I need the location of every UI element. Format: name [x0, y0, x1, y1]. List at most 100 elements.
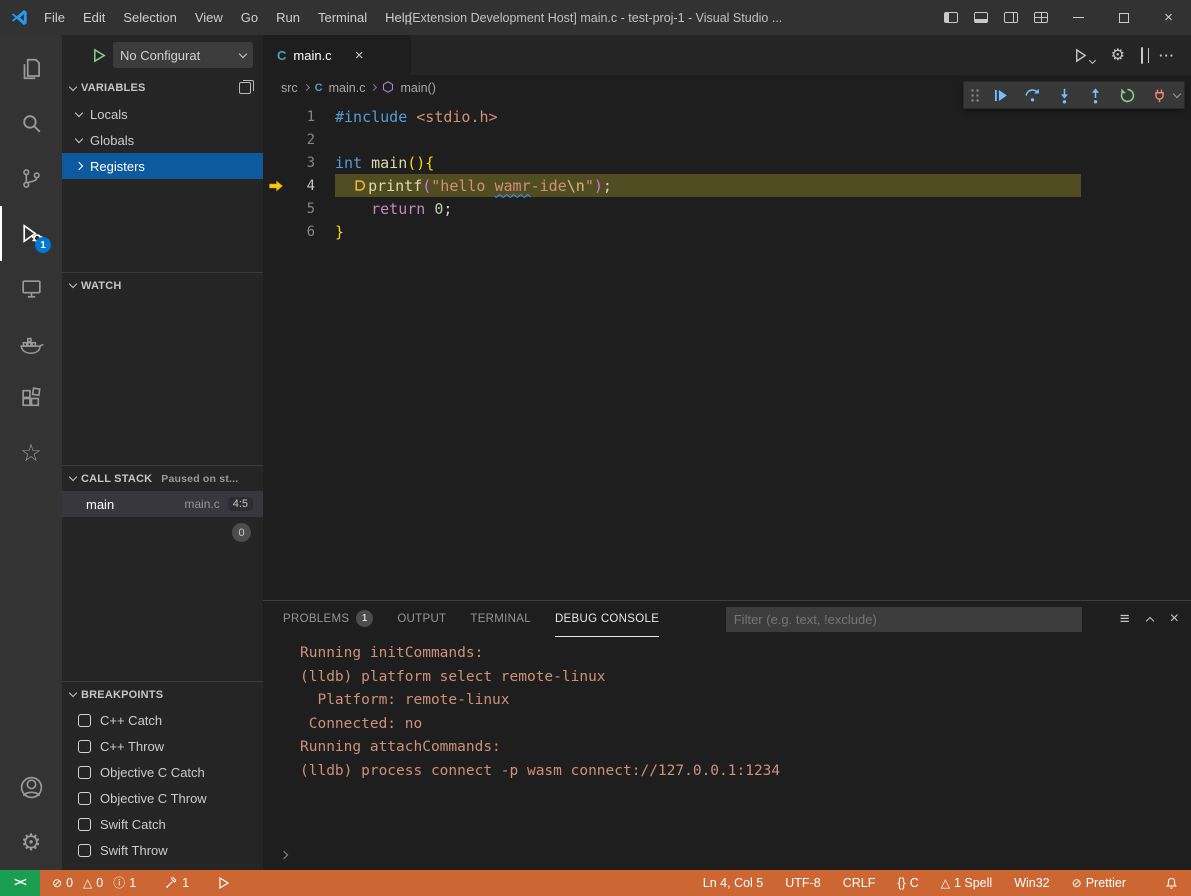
favorites-star-icon[interactable]: ☆ [0, 426, 62, 481]
breadcrumb-item[interactable]: src [281, 81, 298, 95]
search-icon[interactable] [0, 96, 62, 151]
restart-icon[interactable] [1115, 83, 1141, 107]
start-debug-icon[interactable] [92, 48, 107, 63]
eol-indicator[interactable]: CRLF [836, 876, 883, 890]
disconnect-icon[interactable] [1146, 83, 1172, 107]
cursor-position[interactable]: Ln 4, Col 5 [696, 876, 770, 890]
menu-edit[interactable]: Edit [74, 6, 114, 29]
menu-go[interactable]: Go [232, 6, 267, 29]
step-out-icon[interactable] [1083, 83, 1109, 107]
code-token: \n [567, 177, 585, 195]
step-over-icon[interactable] [1020, 83, 1046, 107]
remote-explorer-icon[interactable] [0, 261, 62, 316]
notifications-bell[interactable] [1157, 876, 1183, 891]
breakpoint-item[interactable]: Swift Throw [62, 837, 263, 863]
editor-gear-icon[interactable]: ⚙ [1111, 45, 1125, 65]
encoding-indicator[interactable]: UTF-8 [778, 876, 827, 890]
breakpoint-checkbox[interactable] [78, 818, 91, 831]
tools-status[interactable]: 1 [157, 870, 196, 896]
customize-layout-icon[interactable] [1026, 0, 1056, 35]
code-editor[interactable]: 1#include <stdio.h>23int main(){4 printf… [263, 100, 1191, 600]
continue-icon[interactable] [988, 83, 1014, 107]
panel-tab-terminal[interactable]: TERMINAL [470, 601, 531, 637]
code-line[interactable]: 4 printf("hello wamr-ide\n"); [263, 174, 1191, 197]
variables-tree: LocalsGlobalsRegisters [62, 101, 263, 179]
docker-icon[interactable] [0, 316, 62, 371]
toggle-sidebar-icon[interactable] [936, 0, 966, 35]
toggle-panel-icon[interactable] [966, 0, 996, 35]
menu-file[interactable]: File [35, 6, 74, 29]
variables-item-registers[interactable]: Registers [62, 153, 263, 179]
console-filter-input[interactable] [726, 607, 1082, 632]
breakpoint-item[interactable]: C++ Catch [62, 707, 263, 733]
panel-tab-problems[interactable]: PROBLEMS1 [283, 601, 373, 637]
explorer-icon[interactable] [0, 41, 62, 96]
breadcrumb-item[interactable]: main.c [329, 81, 366, 95]
settings-gear-icon[interactable]: ⚙ [0, 815, 62, 870]
spell-checker-status[interactable]: △ 1 Spell [934, 876, 999, 890]
code-line[interactable]: 3int main(){ [263, 151, 1191, 174]
problems-status[interactable]: ⊘ 0 △ 0 ⓘ 1 [40, 870, 143, 896]
variables-item-globals[interactable]: Globals [62, 127, 263, 153]
copy-icon[interactable] [239, 82, 251, 94]
tab-main-c[interactable]: C main.c × [263, 35, 411, 75]
remote-indicator[interactable]: >< [0, 870, 40, 896]
tools-count: 1 [182, 876, 189, 890]
breakpoint-checkbox[interactable] [78, 766, 91, 779]
call-stack-section-header[interactable]: CALL STACK Paused on st... [62, 465, 263, 491]
code-line[interactable]: 6} [263, 220, 1191, 243]
language-indicator[interactable]: {} C [890, 876, 925, 890]
maximize-button[interactable] [1101, 0, 1146, 35]
platform-indicator[interactable]: Win32 [1007, 876, 1056, 890]
panel-tab-output[interactable]: OUTPUT [397, 601, 446, 637]
split-editor-icon[interactable] [1141, 48, 1143, 63]
menu-view[interactable]: View [186, 6, 232, 29]
breakpoints-section-header[interactable]: BREAKPOINTS [62, 681, 263, 707]
call-stack-frame[interactable]: main main.c 4:5 [62, 491, 263, 517]
code-token: 0 [434, 200, 443, 218]
code-line[interactable]: 2 [263, 128, 1191, 151]
close-button[interactable]: × [1146, 0, 1191, 35]
breadcrumb-item[interactable]: main() [400, 81, 435, 95]
chevron-down-icon[interactable] [1173, 89, 1181, 97]
breakpoint-checkbox[interactable] [78, 844, 91, 857]
close-panel-icon[interactable]: × [1170, 610, 1179, 628]
breakpoint-item[interactable]: Swift Catch [62, 811, 263, 837]
breakpoint-checkbox[interactable] [78, 740, 91, 753]
breakpoint-item[interactable]: Objective C Catch [62, 759, 263, 785]
variables-item-locals[interactable]: Locals [62, 101, 263, 127]
run-file-icon[interactable] [1073, 48, 1095, 63]
tab-close-icon[interactable]: × [355, 47, 364, 64]
menu-run[interactable]: Run [267, 6, 309, 29]
minimize-button[interactable] [1056, 0, 1101, 35]
menu-terminal[interactable]: Terminal [309, 6, 376, 29]
extensions-icon[interactable] [0, 371, 62, 426]
filter-lines-icon[interactable]: ≡ [1120, 609, 1130, 629]
run-and-debug-icon[interactable]: 1 [0, 206, 62, 261]
inline-breakpoint-icon[interactable] [353, 179, 366, 192]
account-icon[interactable] [0, 760, 62, 815]
menu-selection[interactable]: Selection [114, 6, 185, 29]
breakpoint-item[interactable]: C++ Throw [62, 733, 263, 759]
maximize-panel-icon[interactable] [1145, 616, 1153, 624]
warning-icon: △ [941, 877, 950, 889]
breakpoint-checkbox[interactable] [78, 792, 91, 805]
more-actions-icon[interactable]: ··· [1159, 48, 1175, 63]
breakpoint-checkbox[interactable] [78, 714, 91, 727]
console-output-line: Connected: no [300, 713, 1191, 737]
watch-section-header[interactable]: WATCH [62, 272, 263, 298]
breakpoint-item[interactable]: Objective C Throw [62, 785, 263, 811]
variables-section-header[interactable]: VARIABLES [62, 75, 263, 101]
toggle-secondary-sidebar-icon[interactable] [996, 0, 1026, 35]
code-line[interactable]: 5 return 0; [263, 197, 1191, 220]
panel-tab-debug-console[interactable]: DEBUG CONSOLE [555, 601, 659, 637]
source-control-icon[interactable] [0, 151, 62, 206]
code-token [335, 177, 353, 195]
debug-status[interactable] [210, 870, 238, 896]
toolbar-grip-handle[interactable] [970, 87, 980, 103]
formatter-status[interactable]: ⊘ Prettier [1065, 876, 1133, 890]
step-into-icon[interactable] [1051, 83, 1077, 107]
debug-execution-pointer-icon[interactable] [263, 178, 289, 194]
console-input-prompt[interactable] [281, 846, 287, 861]
debug-config-dropdown[interactable]: No Configurat [113, 42, 253, 68]
